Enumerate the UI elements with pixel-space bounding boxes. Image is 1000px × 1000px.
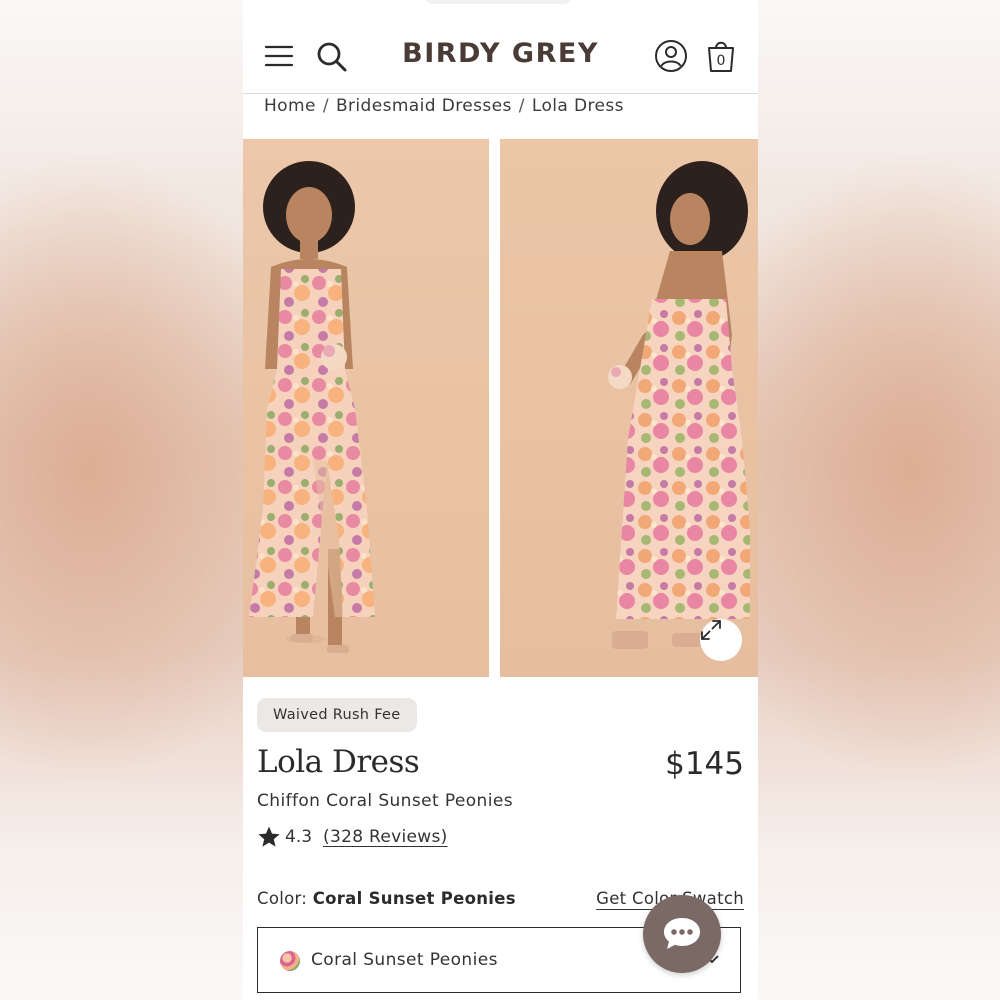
product-subtitle: Chiffon Coral Sunset Peonies — [257, 791, 513, 811]
waived-rush-fee-badge: Waived Rush Fee — [257, 698, 417, 732]
account-icon[interactable] — [654, 39, 688, 73]
product-title: Lola Dress — [257, 744, 420, 780]
site-header: BIRDY GREY 0 — [243, 0, 758, 94]
search-icon[interactable] — [315, 40, 349, 74]
breadcrumb-current-page: Lola Dress — [531, 96, 624, 116]
bag-count: 0 — [716, 53, 726, 69]
breadcrumb: Home / Bridesmaid Dresses / Lola Dress — [264, 96, 624, 116]
breadcrumb-home[interactable]: Home — [264, 96, 316, 116]
shopping-bag-icon[interactable]: 0 — [705, 38, 737, 74]
product-rating: 4.3 (328 Reviews) — [257, 825, 448, 849]
reviews-link[interactable]: (328 Reviews) — [323, 827, 448, 847]
back-view-photo[interactable] — [500, 139, 758, 677]
rating-score: 4.3 — [285, 827, 313, 847]
product-gallery — [243, 139, 758, 677]
star-icon — [258, 826, 280, 847]
chat-bubble-icon[interactable] — [643, 895, 721, 973]
breadcrumb-bridesmaid-dresses[interactable]: Bridesmaid Dresses — [336, 96, 512, 116]
front-view-photo[interactable] — [243, 139, 489, 677]
product-price: $145 — [665, 746, 744, 782]
selected-color-option: Coral Sunset Peonies — [311, 950, 498, 970]
breadcrumb-separator: / — [518, 96, 525, 116]
mobile-page: BIRDY GREY 0 Home / Bridesmaid Dresses / Lol… — [243, 0, 758, 1000]
brand-logo[interactable]: BIRDY GREY — [373, 38, 628, 69]
color-label: Color: — [257, 889, 308, 908]
breadcrumb-separator: / — [322, 96, 329, 116]
hamburger-menu-icon[interactable] — [263, 40, 295, 72]
color-swatch-dot — [280, 951, 300, 971]
expand-icon[interactable] — [700, 619, 742, 661]
color-value: Coral Sunset Peonies — [312, 889, 516, 908]
